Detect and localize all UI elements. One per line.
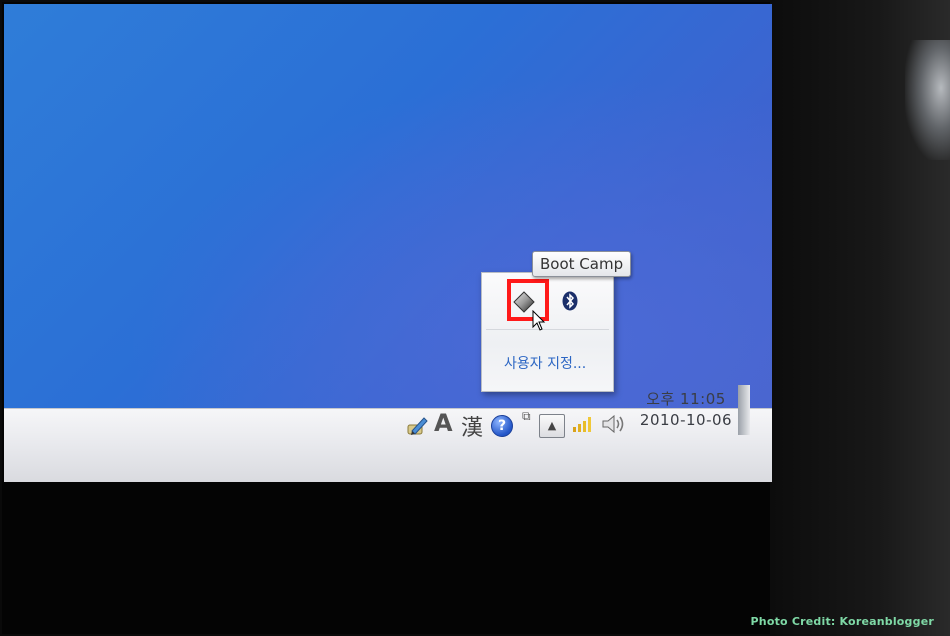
mouse-cursor-icon bbox=[532, 310, 546, 331]
bezel-reflection bbox=[905, 40, 950, 160]
tooltip: Boot Camp bbox=[532, 251, 632, 277]
flyout-separator bbox=[486, 329, 609, 330]
clock-time: 오후 11:05 bbox=[646, 390, 726, 408]
clock-date: 2010-10-06 bbox=[639, 411, 733, 429]
desktop-screen: A 漢 ? ⧉ ▲ 오후 11:05 2010-10-06 bbox=[4, 4, 772, 482]
network-signal-icon[interactable] bbox=[572, 415, 594, 433]
hanja-icon[interactable]: 漢 bbox=[461, 410, 483, 442]
taskbar: A 漢 ? ⧉ ▲ 오후 11:05 2010-10-06 bbox=[4, 385, 772, 482]
customize-link[interactable]: 사용자 지정... bbox=[504, 353, 586, 373]
bluetooth-icon[interactable] bbox=[562, 291, 578, 311]
taskbar-edge bbox=[738, 385, 750, 435]
photo-credit: Photo Credit: Koreanblogger bbox=[750, 615, 934, 628]
system-clock[interactable]: 오후 11:05 2010-10-06 bbox=[636, 389, 736, 431]
ime-pad-icon[interactable] bbox=[406, 415, 428, 437]
restore-icon[interactable]: ⧉ bbox=[522, 409, 531, 424]
volume-icon[interactable] bbox=[601, 413, 625, 435]
help-icon[interactable]: ? bbox=[491, 415, 513, 437]
show-hidden-icons-button[interactable]: ▲ bbox=[539, 414, 565, 438]
ime-mode-icon[interactable]: A bbox=[434, 409, 453, 437]
